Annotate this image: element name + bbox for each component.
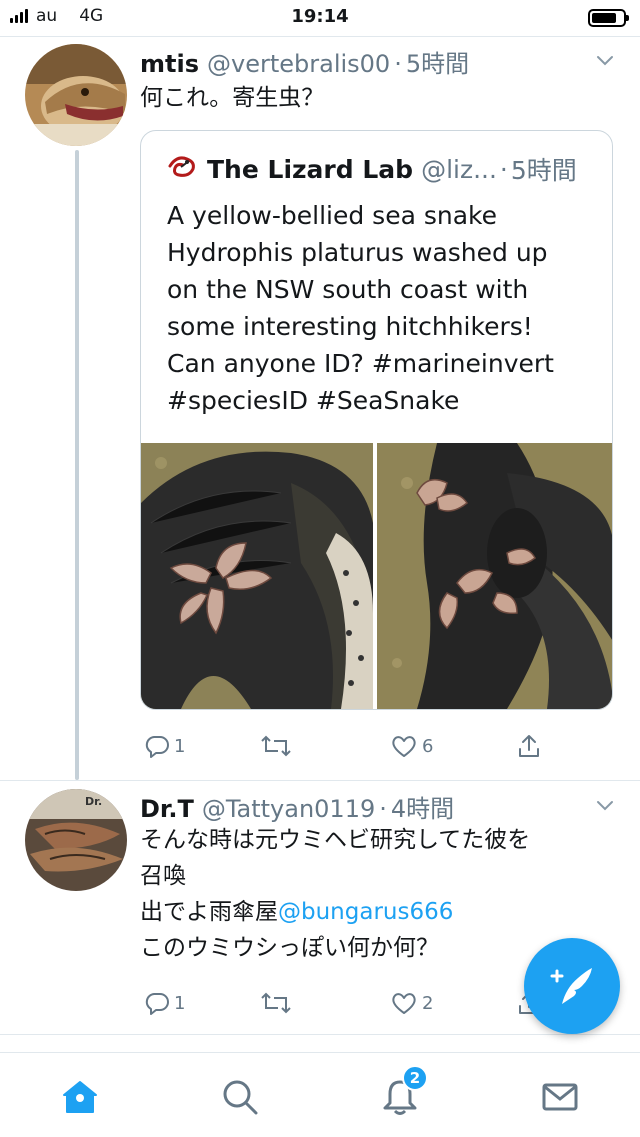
like-heart-icon bbox=[392, 993, 416, 1014]
like-heart-icon bbox=[392, 736, 416, 757]
tweet1-separator: · bbox=[394, 50, 402, 78]
quote-timestamp[interactable]: 5時間 bbox=[511, 151, 577, 187]
tweet1-actions: 1 6 bbox=[140, 733, 560, 763]
tweet1-author-handle[interactable]: @vertebralis00 bbox=[207, 50, 390, 78]
compose-tweet-button[interactable] bbox=[524, 938, 620, 1034]
quote-text-line: Hydrophis platurus washed up bbox=[167, 238, 548, 267]
tweet2-text-line: 出でよ雨傘屋@bungarus666 bbox=[140, 894, 610, 930]
tweet2-author-handle[interactable]: @Tattyan0119 bbox=[202, 795, 375, 823]
tweet2-like-count: 2 bbox=[422, 992, 434, 1014]
quote-header: The Lizard Lab @liz... · 5時間 bbox=[167, 151, 577, 187]
tweet2-reply-count: 1 bbox=[174, 992, 186, 1014]
tweet1-author-name[interactable]: mtis bbox=[140, 50, 199, 78]
tweet1-chevron-down-icon[interactable] bbox=[596, 52, 613, 68]
home-icon bbox=[63, 1081, 97, 1113]
retweet-icon bbox=[261, 992, 291, 1014]
status-time: 19:14 bbox=[291, 6, 349, 27]
retweet-icon bbox=[261, 735, 291, 757]
bottom-navigation: 2 bbox=[0, 1052, 640, 1137]
quote-author-handle[interactable]: @liz... bbox=[421, 155, 497, 184]
notifications-badge: 2 bbox=[402, 1065, 428, 1091]
nav-notifications-button[interactable]: 2 bbox=[378, 1065, 428, 1119]
reply-icon bbox=[145, 736, 169, 758]
reply-icon bbox=[145, 993, 169, 1015]
tweet2-chevron-down-icon[interactable] bbox=[596, 797, 613, 813]
quote-photo-1[interactable] bbox=[141, 443, 373, 709]
nav-messages-button[interactable] bbox=[538, 1075, 582, 1119]
quoted-tweet-card[interactable]: The Lizard Lab @liz... · 5時間 A yellow-be… bbox=[140, 130, 613, 710]
tweet-divider bbox=[0, 1034, 640, 1035]
lizard-lab-logo-icon bbox=[167, 153, 197, 185]
nav-home-button[interactable] bbox=[58, 1075, 102, 1119]
tweet2-timestamp[interactable]: 4時間 bbox=[391, 789, 454, 824]
top-divider bbox=[0, 36, 640, 37]
quote-text-line: some interesting hitchhikers! bbox=[167, 312, 533, 341]
quote-text: A yellow-bellied sea snake Hydrophis pla… bbox=[167, 197, 597, 419]
messages-icon bbox=[542, 1083, 578, 1111]
tweet1-retweet-button[interactable] bbox=[260, 733, 296, 759]
quote-text-line: #speciesID #SeaSnake bbox=[167, 386, 460, 415]
tweet1-like-count: 6 bbox=[422, 735, 434, 757]
tweet2-reply-button[interactable]: 1 bbox=[144, 990, 185, 1016]
svg-text:Dr.: Dr. bbox=[85, 795, 102, 808]
mention-link[interactable]: @bungarus666 bbox=[278, 899, 453, 925]
tweet2-separator: · bbox=[379, 795, 387, 823]
status-bar: au 4G 19:14 bbox=[0, 0, 640, 36]
thread-line bbox=[75, 150, 79, 780]
tweet2-text-line: そんな時は元ウミヘビ研究してた彼を bbox=[140, 827, 531, 853]
tweet1-reply-button[interactable]: 1 bbox=[144, 733, 185, 759]
tweet2-text-prefix: 出でよ雨傘屋 bbox=[140, 899, 278, 925]
avatar-mtis[interactable] bbox=[25, 44, 127, 146]
quote-author-name[interactable]: The Lizard Lab bbox=[207, 155, 413, 184]
search-icon bbox=[223, 1080, 258, 1115]
nav-search-button[interactable] bbox=[218, 1075, 262, 1119]
tweet1-text: 何これ。寄生虫？ bbox=[140, 85, 325, 111]
tweet2-header: Dr.T @Tattyan0119 · 4時間 bbox=[140, 789, 454, 824]
tweet2-actions: 1 2 bbox=[140, 990, 560, 1020]
quote-photo-2[interactable] bbox=[377, 443, 612, 709]
tweet2-like-button[interactable]: 2 bbox=[390, 990, 433, 1016]
battery-icon bbox=[588, 9, 629, 27]
avatar-dr-t[interactable]: Dr. bbox=[25, 789, 127, 891]
compose-tweet-icon bbox=[550, 968, 592, 1004]
quote-text-line: on the NSW south coast with bbox=[167, 275, 529, 304]
quote-text-line: A yellow-bellied sea snake bbox=[167, 201, 497, 230]
tweet2-text-line: 召喚 bbox=[140, 863, 186, 889]
tweet-divider bbox=[0, 780, 640, 781]
tweet2-text: そんな時は元ウミヘビ研究してた彼を 召喚 出でよ雨傘屋@bungarus666 … bbox=[140, 822, 610, 966]
tweet2-retweet-button[interactable] bbox=[260, 990, 296, 1016]
tweet2-author-name[interactable]: Dr.T bbox=[140, 795, 194, 823]
tweet1-header: mtis @vertebralis00 · 5時間 bbox=[140, 44, 469, 79]
share-icon bbox=[519, 735, 539, 757]
quote-text-line: Can anyone ID? #marineinvert bbox=[167, 349, 554, 378]
tweet1-like-button[interactable]: 6 bbox=[390, 733, 433, 759]
tweet1-share-button[interactable] bbox=[516, 733, 542, 759]
tweet1-timestamp[interactable]: 5時間 bbox=[406, 44, 469, 79]
tweet1-reply-count: 1 bbox=[174, 735, 186, 757]
quote-separator: · bbox=[499, 154, 508, 184]
